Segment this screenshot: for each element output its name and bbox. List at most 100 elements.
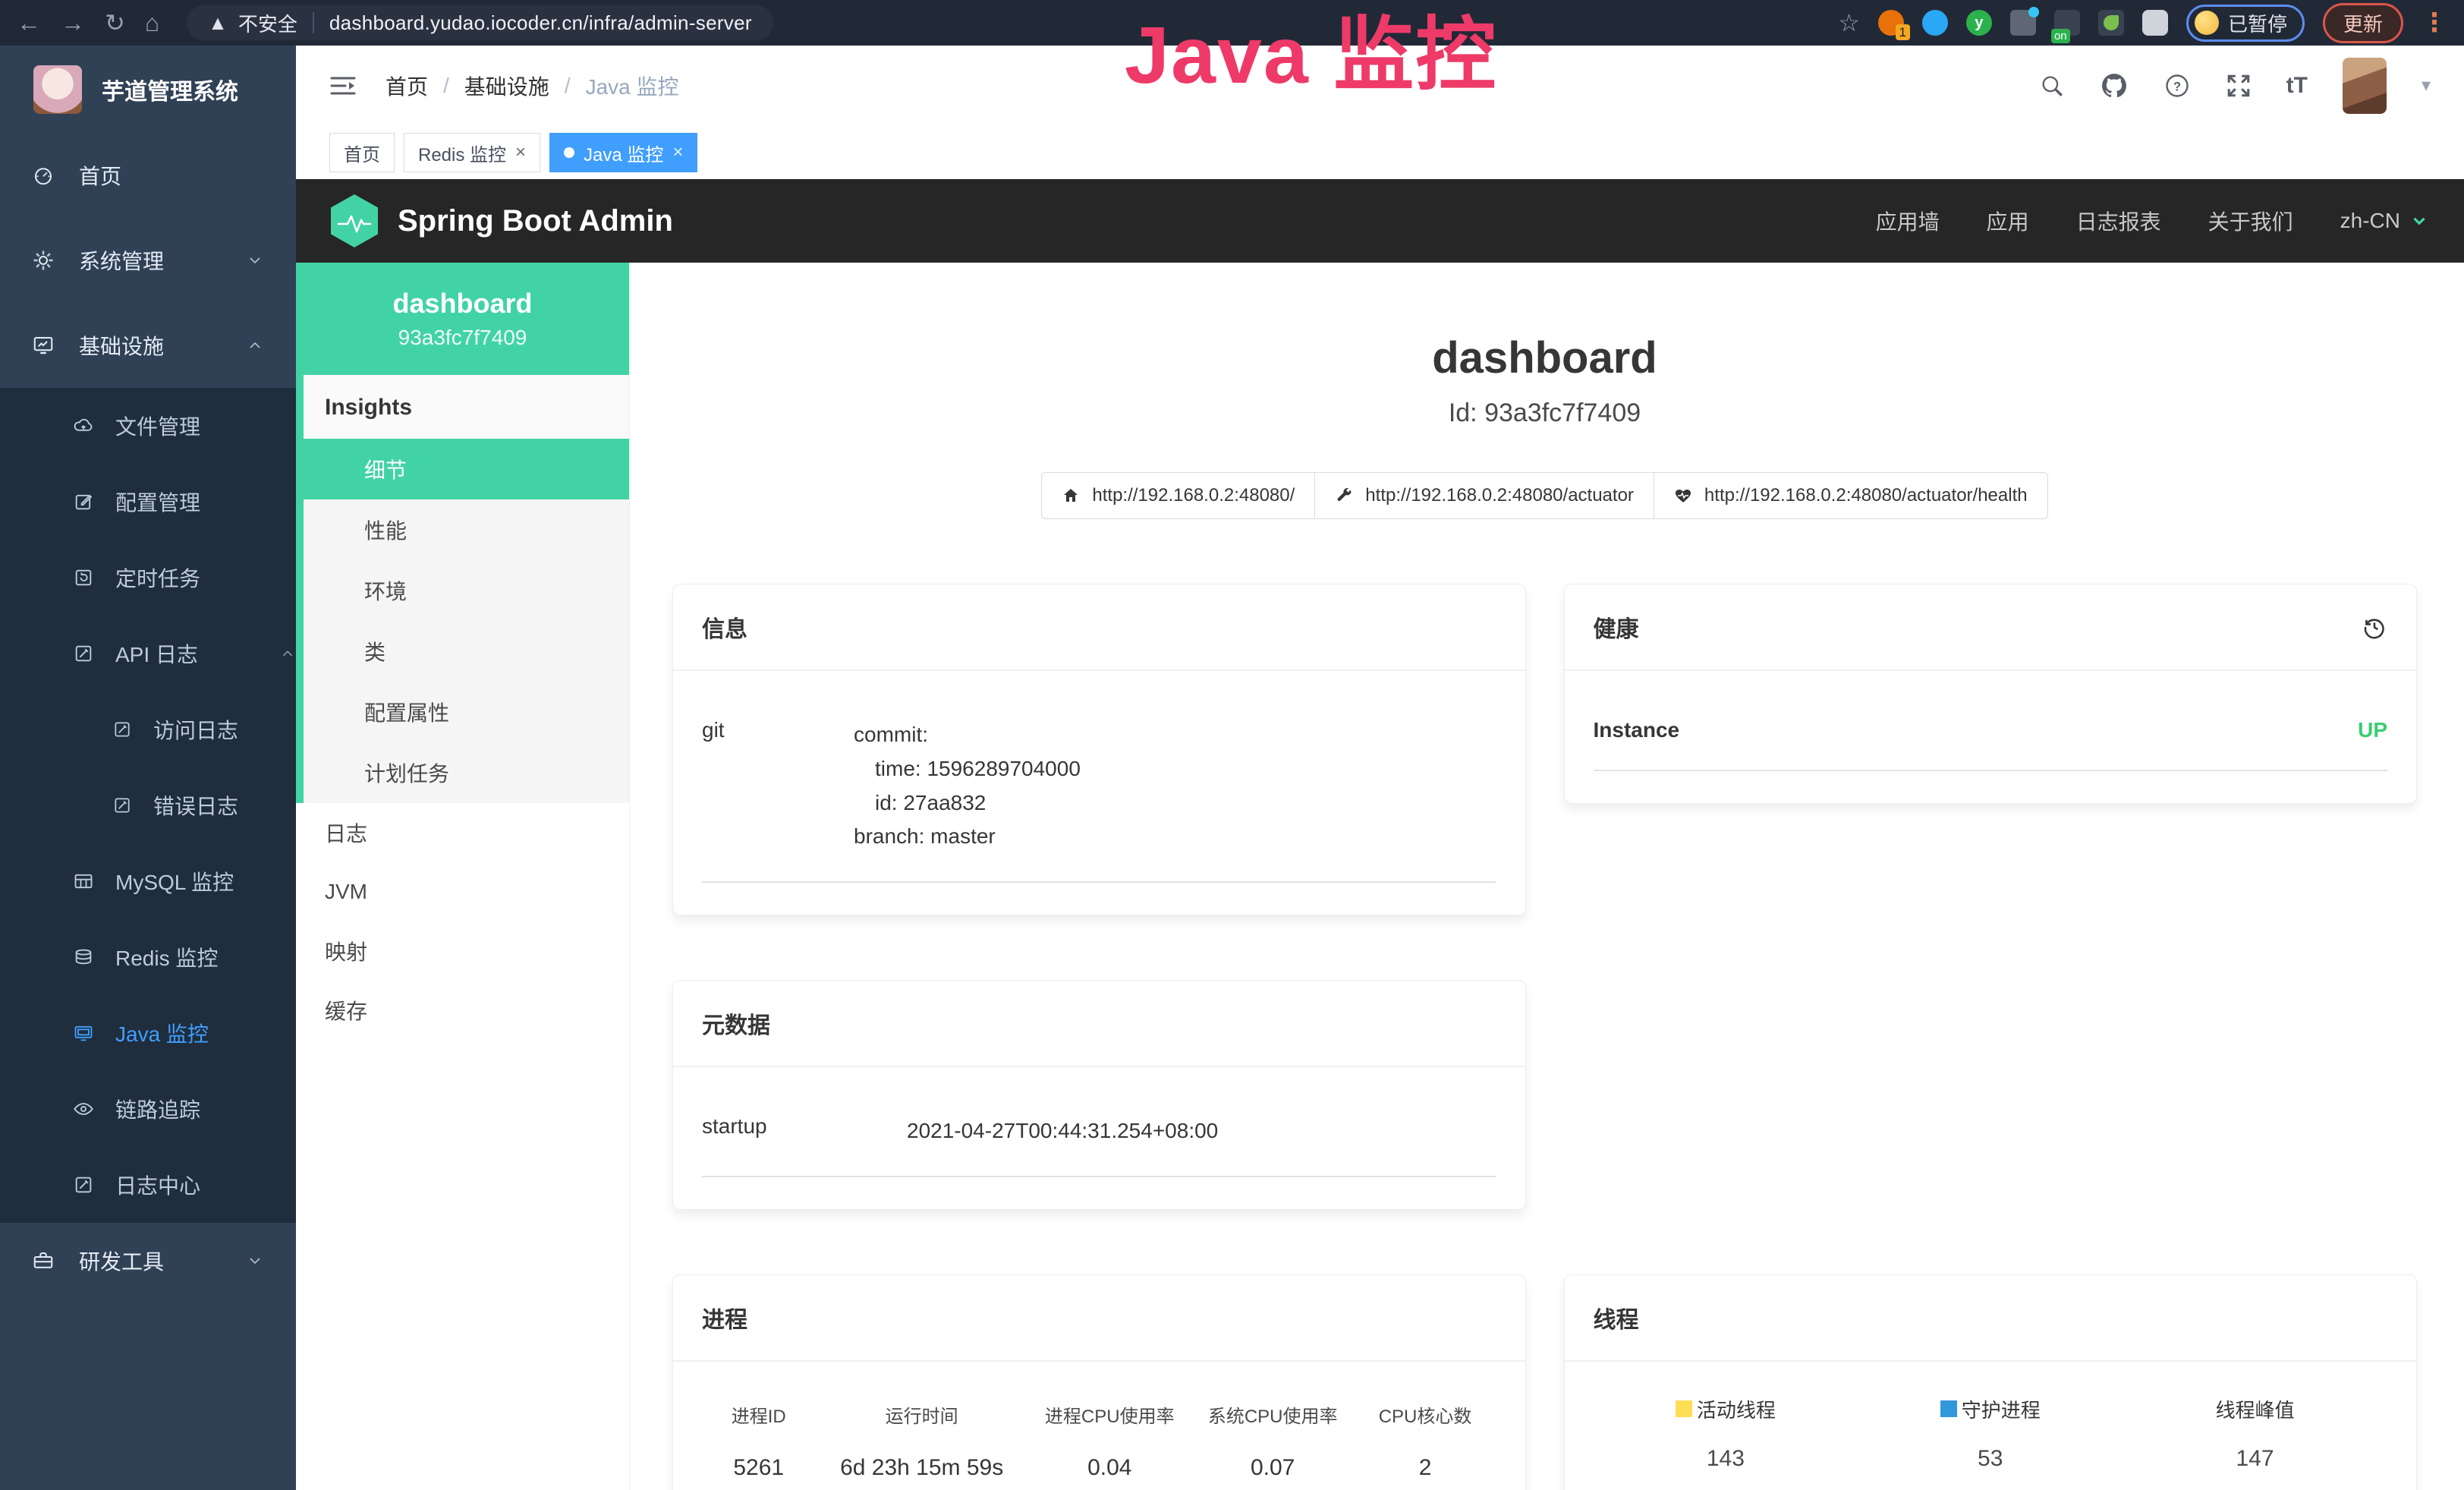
extension-leaf-icon[interactable] (2098, 10, 2124, 36)
status-badge: UP (2358, 718, 2387, 742)
sba-nav-applications[interactable]: 应用 (1987, 206, 2029, 236)
divider (313, 12, 314, 33)
tab-home[interactable]: 首页 (329, 133, 395, 172)
sidebar-item-infra[interactable]: 基础设施 (0, 303, 296, 388)
sidebar-item-redis-monitor[interactable]: Redis 监控 (0, 919, 296, 995)
metadata-card: 元数据 startup 2021-04-27T00:44:31.254+08:0… (672, 980, 1526, 1210)
url-text[interactable]: dashboard.yudao.iocoder.cn/infra/admin-s… (329, 11, 752, 35)
bookmark-star-icon[interactable]: ☆ (1838, 8, 1860, 37)
app-window: 芋道管理系统 首页 系统管理 基础设施 文件管理 (0, 46, 2464, 1490)
sidebar-item-trace[interactable]: 链路追踪 (0, 1071, 296, 1147)
sidebar-item-dev-tools[interactable]: 研发工具 (0, 1223, 296, 1299)
browser-menu-icon[interactable]: ⋮ (2422, 8, 2447, 38)
actuator-url-button[interactable]: http://192.168.0.2:48080/actuator (1314, 472, 1654, 519)
info-value: commit: time: 1596289704000 id: 27aa832 … (854, 718, 1496, 854)
browser-home-icon[interactable]: ⌂ (145, 11, 159, 35)
sba-item-metrics[interactable]: 性能 (304, 499, 629, 560)
security-label[interactable]: 不安全 (238, 9, 297, 37)
gear-icon (32, 249, 55, 272)
health-url-button[interactable]: http://192.168.0.2:48080/actuator/health (1654, 472, 2048, 519)
sba-item-config-props[interactable]: 配置属性 (304, 682, 629, 742)
legend-live: 活动线程 143 (1594, 1395, 1858, 1472)
wrench-icon (1335, 487, 1353, 505)
sidebar-item-cron-job[interactable]: 定时任务 (0, 540, 296, 616)
metadata-row-startup: startup 2021-04-27T00:44:31.254+08:00 (702, 1114, 1496, 1177)
user-avatar[interactable] (2343, 58, 2387, 114)
legend-daemon: 守护进程 53 (1858, 1395, 2123, 1472)
sba-nav-about[interactable]: 关于我们 (2208, 206, 2293, 236)
sba-nav-wallboard[interactable]: 应用墙 (1876, 206, 1940, 236)
info-card: 信息 git commit: time: 1596289704000 id: 2… (672, 584, 1526, 915)
sidebar-item-java-monitor[interactable]: Java 监控 (0, 995, 296, 1071)
close-icon[interactable]: × (672, 142, 683, 163)
sba-item-caches[interactable]: 缓存 (296, 981, 629, 1040)
instance-links: http://192.168.0.2:48080/ http://192.168… (672, 472, 2417, 519)
extensions-puzzle-icon[interactable] (2142, 10, 2168, 36)
tab-redis-monitor[interactable]: Redis 监控× (404, 133, 540, 172)
sba-item-mappings[interactable]: 映射 (296, 921, 629, 981)
breadcrumb-home[interactable]: 首页 (385, 71, 428, 101)
main-column: 首页 / 基础设施 / Java 监控 ? tT ▾ 首页 (296, 46, 2464, 1490)
extension-badge: 1 (1896, 24, 1910, 40)
threads-card: 线程 活动线程 143 守护进程 53 (1564, 1274, 2418, 1490)
sba-item-details[interactable]: 细节 (304, 439, 629, 499)
sidebar-item-access-log[interactable]: 访问日志 (0, 691, 296, 767)
instance-id: 93a3fc7f7409 (398, 326, 527, 350)
extension-pin-icon[interactable] (1922, 10, 1948, 36)
card-title: 健康 (1594, 610, 1639, 644)
sba-item-jvm[interactable]: JVM (296, 862, 629, 921)
sba-navbar: Spring Boot Admin 应用墙 应用 日志报表 关于我们 zh-CN (296, 179, 2464, 263)
sba-nav: 应用墙 应用 日志报表 关于我们 zh-CN (1876, 206, 2429, 236)
sidebar-item-home[interactable]: 首页 (0, 133, 296, 218)
fullscreen-icon[interactable] (2226, 73, 2252, 99)
extension-orange-icon[interactable]: 1 (1878, 10, 1904, 36)
chevron-down-icon (246, 1252, 264, 1270)
sba-brand[interactable]: Spring Boot Admin (398, 204, 673, 238)
breadcrumb-infra[interactable]: 基础设施 (464, 71, 549, 101)
sidebar-item-error-log[interactable]: 错误日志 (0, 767, 296, 843)
sba-item-logs[interactable]: 日志 (296, 803, 629, 862)
app-logo-row[interactable]: 芋道管理系统 (0, 46, 296, 133)
legend-value: 53 (1858, 1446, 2123, 1472)
sba-item-scheduled-tasks[interactable]: 计划任务 (304, 742, 629, 803)
font-size-icon[interactable]: tT (2286, 73, 2308, 99)
sidebar-item-file-manage[interactable]: 文件管理 (0, 388, 296, 464)
back-icon[interactable]: ← (17, 11, 41, 35)
sba-logo-icon[interactable] (331, 194, 378, 247)
tab-java-monitor[interactable]: Java 监控× (549, 133, 697, 172)
help-icon[interactable]: ? (2163, 72, 2191, 99)
history-icon[interactable] (2362, 614, 2387, 640)
sidebar-item-system[interactable]: 系统管理 (0, 218, 296, 303)
forward-icon[interactable]: → (61, 11, 85, 35)
search-icon[interactable] (2039, 73, 2065, 99)
extension-grid-icon[interactable] (2010, 10, 2036, 36)
on-badge: on (2051, 29, 2070, 43)
sba-item-environment[interactable]: 环境 (304, 560, 629, 621)
sba-item-classes[interactable]: 类 (304, 621, 629, 682)
col-header: 进程CPU使用率 (1028, 1401, 1191, 1428)
reload-icon[interactable]: ↻ (105, 11, 125, 35)
cell-system-cpu: 0.07 (1191, 1455, 1355, 1481)
sba-language-select[interactable]: zh-CN (2340, 209, 2429, 233)
health-row-instance: Instance UP (1594, 718, 2388, 771)
extension-list-icon[interactable]: on (2054, 10, 2080, 36)
table-icon (73, 871, 94, 892)
extension-y-icon[interactable]: y (1966, 10, 1992, 36)
sidebar-item-log-center[interactable]: 日志中心 (0, 1147, 296, 1223)
address-bar[interactable]: ▲ 不安全 dashboard.yudao.iocoder.cn/infra/a… (187, 5, 773, 40)
sidebar-item-mysql-monitor[interactable]: MySQL 监控 (0, 843, 296, 919)
sba-nav-journal[interactable]: 日志报表 (2076, 206, 2161, 236)
sidebar-item-config-manage[interactable]: 配置管理 (0, 464, 296, 540)
sidebar-item-api-log[interactable]: API 日志 (0, 616, 296, 691)
close-icon[interactable]: × (515, 142, 526, 163)
hamburger-icon[interactable] (329, 74, 357, 98)
insights-group: Insights 细节 性能 环境 类 配置属性 计划任务 (296, 375, 629, 803)
github-icon[interactable] (2100, 71, 2129, 100)
browser-update-button[interactable]: 更新 (2323, 3, 2403, 43)
service-url-button[interactable]: http://192.168.0.2:48080/ (1041, 472, 1315, 519)
user-menu-caret-icon[interactable]: ▾ (2422, 74, 2431, 96)
threads-legend: 活动线程 143 守护进程 53 线程峰值 14 (1594, 1395, 2388, 1472)
log-edit-icon (112, 720, 132, 739)
paused-profile-chip[interactable]: 已暂停 (2186, 5, 2305, 42)
instance-header[interactable]: dashboard 93a3fc7f7409 (296, 263, 629, 375)
